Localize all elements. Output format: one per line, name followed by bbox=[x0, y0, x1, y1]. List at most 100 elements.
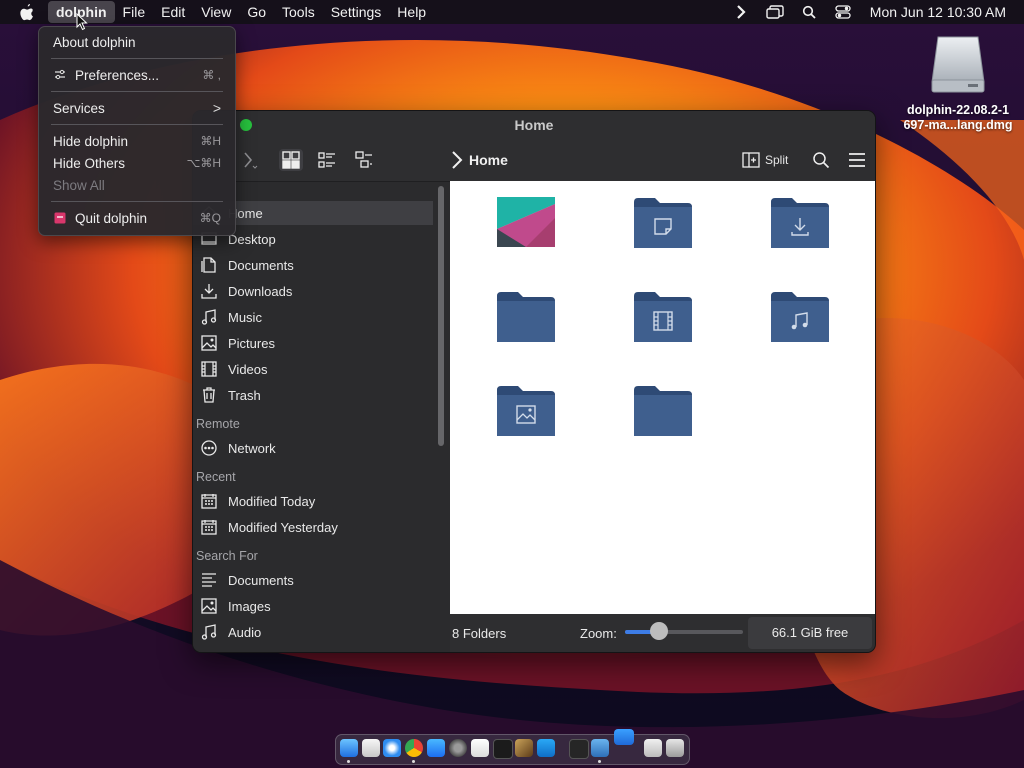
sidebar-item-label: Videos bbox=[228, 361, 268, 377]
menu-item-preferences[interactable]: Preferences... ⌘ , bbox=[53, 65, 221, 85]
sidebar-item-network[interactable]: Network bbox=[193, 436, 433, 460]
menu-item-shortcut: ⌘Q bbox=[199, 211, 221, 225]
forward-button[interactable] bbox=[237, 149, 261, 171]
music-icon bbox=[200, 308, 218, 326]
trash-icon[interactable] bbox=[666, 739, 684, 757]
launchpad-icon[interactable] bbox=[362, 739, 380, 757]
image-icon bbox=[200, 597, 218, 615]
folder-icon[interactable] bbox=[496, 290, 556, 344]
text-lines-icon bbox=[200, 571, 218, 589]
free-space-indicator[interactable]: 66.1 GiB free bbox=[748, 617, 872, 649]
menu-item-about[interactable]: About dolphin bbox=[53, 32, 221, 52]
system-preferences-icon[interactable] bbox=[449, 739, 467, 757]
dolphin-icon[interactable] bbox=[591, 739, 609, 757]
sidebar-item-trash[interactable]: Trash bbox=[193, 383, 433, 407]
split-label: Split bbox=[765, 153, 789, 167]
details-view-icon bbox=[355, 151, 372, 168]
search-button[interactable] bbox=[809, 149, 833, 171]
menu-settings[interactable]: Settings bbox=[323, 1, 390, 23]
window-icon[interactable] bbox=[764, 1, 786, 23]
sidebar-header-search-for: Search For bbox=[196, 549, 258, 563]
sidebar-item-label: Images bbox=[228, 598, 271, 614]
menu-help[interactable]: Help bbox=[389, 1, 434, 23]
stacked-windows-icon[interactable] bbox=[614, 729, 634, 745]
folder-icon[interactable] bbox=[633, 384, 693, 438]
textedit-icon[interactable] bbox=[471, 739, 489, 757]
sidebar-item-search-images[interactable]: Images bbox=[193, 594, 433, 618]
music-icon bbox=[200, 623, 218, 641]
menubar-clock[interactable]: Mon Jun 12 10:30 AM bbox=[870, 4, 1006, 20]
dolphin-window: Home Home Split Home Desktop Documents D… bbox=[192, 110, 876, 653]
sidebar-item-videos[interactable]: Videos bbox=[193, 357, 433, 381]
folder-music-icon[interactable] bbox=[770, 290, 830, 344]
hamburger-menu-button[interactable] bbox=[845, 149, 869, 171]
menu-item-hide-others[interactable]: Hide Others ⌥⌘H bbox=[53, 153, 221, 173]
sidebar-item-search-documents[interactable]: Documents bbox=[193, 568, 433, 592]
menu-item-show-all[interactable]: Show All bbox=[53, 175, 221, 195]
terminal-icon[interactable] bbox=[493, 739, 513, 759]
menu-item-label: Hide dolphin bbox=[53, 133, 129, 149]
sidebar-item-label: Pictures bbox=[228, 335, 275, 351]
sidebar-item-search-audio[interactable]: Audio bbox=[193, 620, 433, 644]
compact-view-button[interactable] bbox=[315, 149, 339, 171]
keyboard-viewer-icon[interactable] bbox=[644, 739, 662, 757]
menu-view[interactable]: View bbox=[193, 1, 239, 23]
details-view-button[interactable] bbox=[352, 149, 376, 171]
window-titlebar[interactable]: Home bbox=[193, 111, 875, 139]
control-center-icon[interactable] bbox=[832, 1, 854, 23]
menu-tools[interactable]: Tools bbox=[274, 1, 323, 23]
folder-videos-icon[interactable] bbox=[633, 290, 693, 344]
sidebar-item-modified-today[interactable]: Modified Today bbox=[193, 489, 433, 513]
menu-item-label: Preferences... bbox=[75, 67, 160, 83]
sidebar-item-pictures[interactable]: Pictures bbox=[193, 331, 433, 355]
trash-icon bbox=[200, 386, 218, 404]
menu-go[interactable]: Go bbox=[239, 1, 274, 23]
chevron-right-icon[interactable] bbox=[730, 1, 752, 23]
sidebar-item-label: Modified Yesterday bbox=[228, 519, 338, 535]
sidebar-item-label: Trash bbox=[228, 387, 261, 403]
sidebar-item-downloads[interactable]: Downloads bbox=[193, 279, 433, 303]
breadcrumb[interactable]: Home bbox=[449, 149, 508, 171]
folder-pictures-icon[interactable] bbox=[496, 384, 556, 438]
zoom-label: Zoom: bbox=[580, 626, 617, 641]
menu-item-quit[interactable]: Quit dolphin ⌘Q bbox=[53, 208, 221, 228]
zoom-slider-handle[interactable] bbox=[650, 622, 669, 640]
disk-image-label: dolphin-22.08.2-1 697-ma...lang.dmg bbox=[903, 103, 1013, 132]
breadcrumb-home[interactable]: Home bbox=[469, 152, 508, 168]
menu-item-hide-dolphin[interactable]: Hide dolphin ⌘H bbox=[53, 131, 221, 151]
terminal-2-icon[interactable] bbox=[569, 739, 589, 759]
safari-icon[interactable] bbox=[383, 739, 401, 757]
calendar-icon bbox=[200, 518, 218, 536]
spotlight-search-icon[interactable] bbox=[798, 1, 820, 23]
sidebar-scrollbar-thumb[interactable] bbox=[438, 186, 444, 446]
running-indicator bbox=[412, 760, 415, 763]
folder-documents-icon[interactable] bbox=[633, 196, 693, 250]
sidebar-item-music[interactable]: Music bbox=[193, 305, 433, 329]
folder-count: 8 Folders bbox=[452, 626, 507, 641]
app-store-icon[interactable] bbox=[427, 739, 445, 757]
icons-view-button[interactable] bbox=[279, 149, 303, 171]
sidebar-item-label: Music bbox=[228, 309, 262, 325]
desktop-disk-image[interactable]: dolphin-22.08.2-1 697-ma...lang.dmg bbox=[898, 34, 1018, 133]
menu-item-services[interactable]: Services > bbox=[53, 98, 221, 118]
menu-file[interactable]: File bbox=[115, 1, 154, 23]
file-view[interactable] bbox=[450, 181, 875, 614]
split-button[interactable]: Split bbox=[742, 149, 788, 171]
folder-downloads-icon[interactable] bbox=[770, 196, 830, 250]
brush-app-icon[interactable] bbox=[515, 739, 533, 757]
menu-edit[interactable]: Edit bbox=[153, 1, 193, 23]
compact-view-icon bbox=[318, 152, 335, 168]
image-thumbnail-icon[interactable] bbox=[496, 196, 556, 250]
menu-separator bbox=[51, 58, 223, 59]
sidebar-item-documents[interactable]: Documents bbox=[193, 253, 433, 277]
apple-icon[interactable] bbox=[16, 1, 38, 23]
sidebar-item-label: Downloads bbox=[228, 283, 293, 299]
vscode-icon[interactable] bbox=[537, 739, 555, 757]
sidebar-item-modified-yesterday[interactable]: Modified Yesterday bbox=[193, 515, 433, 539]
sidebar-item-label: Modified Today bbox=[228, 493, 316, 509]
sidebar-header-recent: Recent bbox=[196, 470, 236, 484]
chrome-icon[interactable] bbox=[405, 739, 423, 757]
running-indicator bbox=[598, 760, 601, 763]
finder-icon[interactable] bbox=[340, 739, 358, 757]
places-sidebar: Home Desktop Documents Downloads Music P… bbox=[193, 182, 436, 652]
